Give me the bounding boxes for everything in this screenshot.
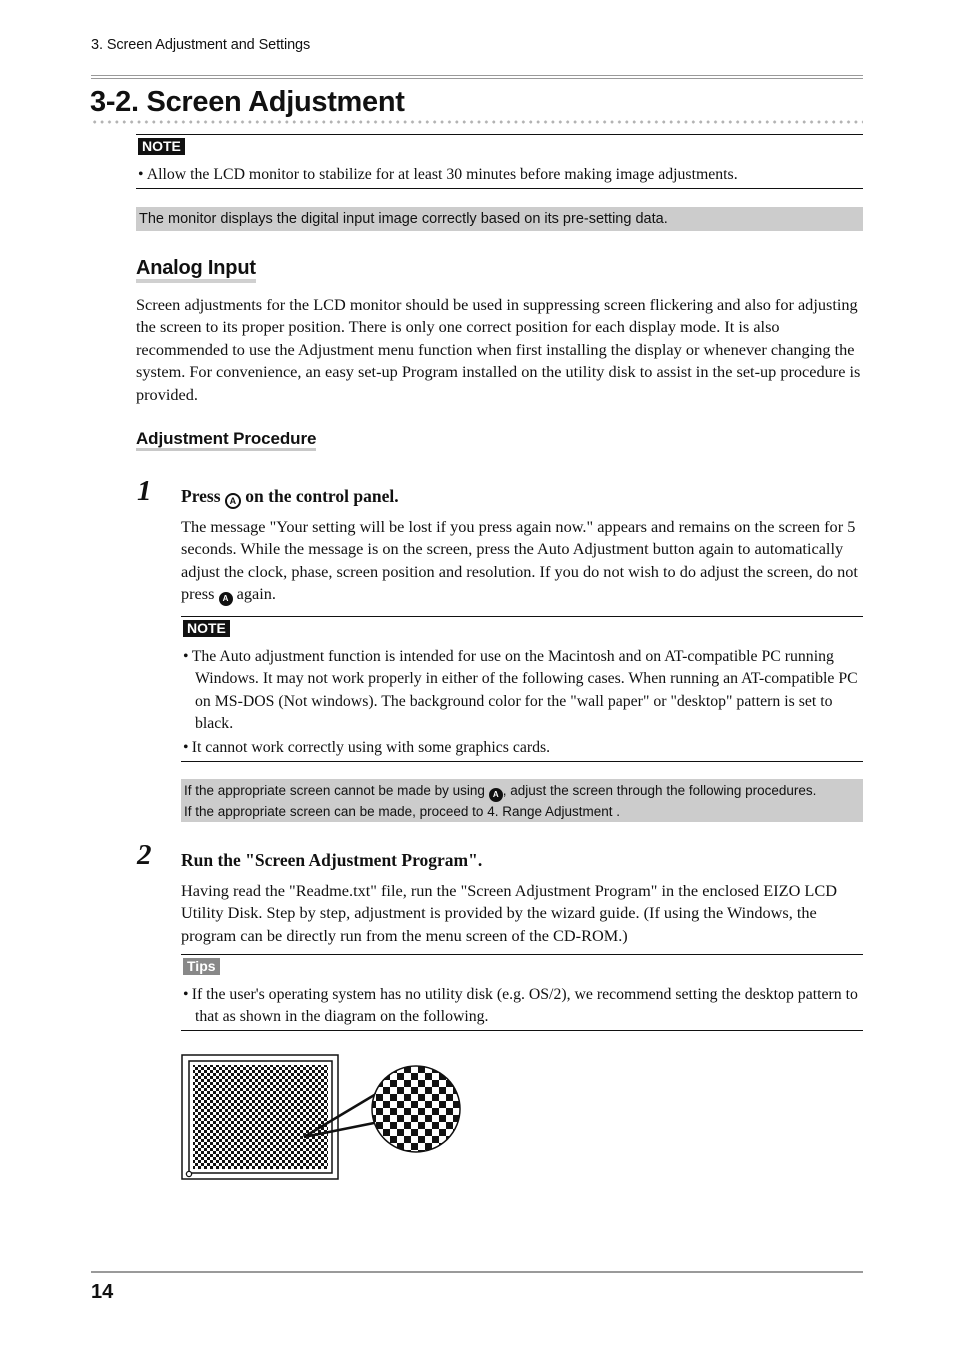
tips-label: Tips: [183, 958, 220, 975]
step-1-note-bottom-rule: [181, 761, 863, 762]
tips-top-rule: [181, 954, 863, 955]
note-top-rule: [136, 134, 863, 135]
tips-bullet: • If the user's operating system has no …: [183, 986, 858, 1026]
note-bullet-text: Allow the LCD monitor to stabilize for a…: [146, 166, 738, 183]
note-badge: NOTE: [138, 138, 185, 156]
auto-button-icon: A: [218, 592, 233, 607]
step-1-body-text-2: again.: [236, 584, 276, 604]
adjustment-procedure-heading: Adjustment Procedure: [136, 429, 316, 451]
monitor-icon: [181, 1054, 339, 1180]
checkerboard-illustration: [181, 1054, 461, 1180]
range-adjustment-box: If the appropriate screen cannot be made…: [181, 779, 863, 822]
analog-paragraph: Screen adjustments for the LCD monitor s…: [136, 295, 861, 404]
note-bottom-rule: [136, 188, 863, 189]
step-1-body-text: The message "Your setting will be lost i…: [181, 517, 858, 604]
page-title: 3-2. Screen Adjustment: [90, 86, 405, 118]
power-indicator-icon: [185, 1170, 193, 1178]
running-head: 3. Screen Adjustment and Settings: [91, 37, 311, 53]
range-box-line-1: If the appropriate screen cannot be made…: [184, 781, 860, 802]
footer-rule: [91, 1271, 863, 1273]
step-2-title: Run the "Screen Adjustment Program".: [181, 850, 483, 870]
range-box-text: If the appropriate screen cannot be made…: [184, 783, 485, 798]
auto-button-icon: A: [224, 493, 241, 509]
step-2-number: 2: [137, 839, 152, 871]
step-1-title: Press A on the control panel.: [181, 486, 399, 509]
step-1-title-text: Press: [181, 486, 221, 506]
tips-bullet-text: If the user's operating system has no ut…: [191, 986, 858, 1026]
step-2-body: Having read the "Readme.txt" file, run t…: [181, 881, 837, 945]
step-1-note-bullet-1: • The Auto adjustment function is intend…: [183, 648, 858, 733]
note-bullet-text: The Auto adjustment function is intended…: [191, 648, 858, 733]
step-1-body: The message "Your setting will be lost i…: [181, 516, 865, 607]
title-dotted-rule: [91, 120, 863, 124]
note-label: NOTE: [183, 620, 230, 637]
note-bullet-text: It cannot work correctly using with some…: [191, 739, 551, 756]
step-1-note-badge: NOTE: [183, 620, 230, 638]
auto-button-icon: A: [488, 788, 503, 802]
tips-bottom-rule: [181, 1030, 863, 1031]
page-number: 14: [91, 1281, 114, 1303]
tips-badge: Tips: [183, 958, 220, 976]
note-label: NOTE: [138, 138, 185, 155]
step-1-note-top-rule: [181, 616, 863, 617]
step-1-note-bullet-2: • It cannot work correctly using with so…: [183, 739, 551, 756]
range-box-text-2: , adjust the screen through the followin…: [502, 783, 817, 798]
note-bullet: • Allow the LCD monitor to stabilize for…: [138, 166, 738, 183]
step-1-number: 1: [137, 475, 152, 507]
digital-input-box: The monitor displays the digital input i…: [136, 207, 863, 231]
header-rule: [91, 75, 863, 79]
step-1-title-text-2: on the control panel.: [245, 486, 399, 506]
range-box-line-2: If the appropriate screen can be made, p…: [184, 804, 621, 819]
analog-input-heading: Analog Input: [136, 257, 256, 283]
